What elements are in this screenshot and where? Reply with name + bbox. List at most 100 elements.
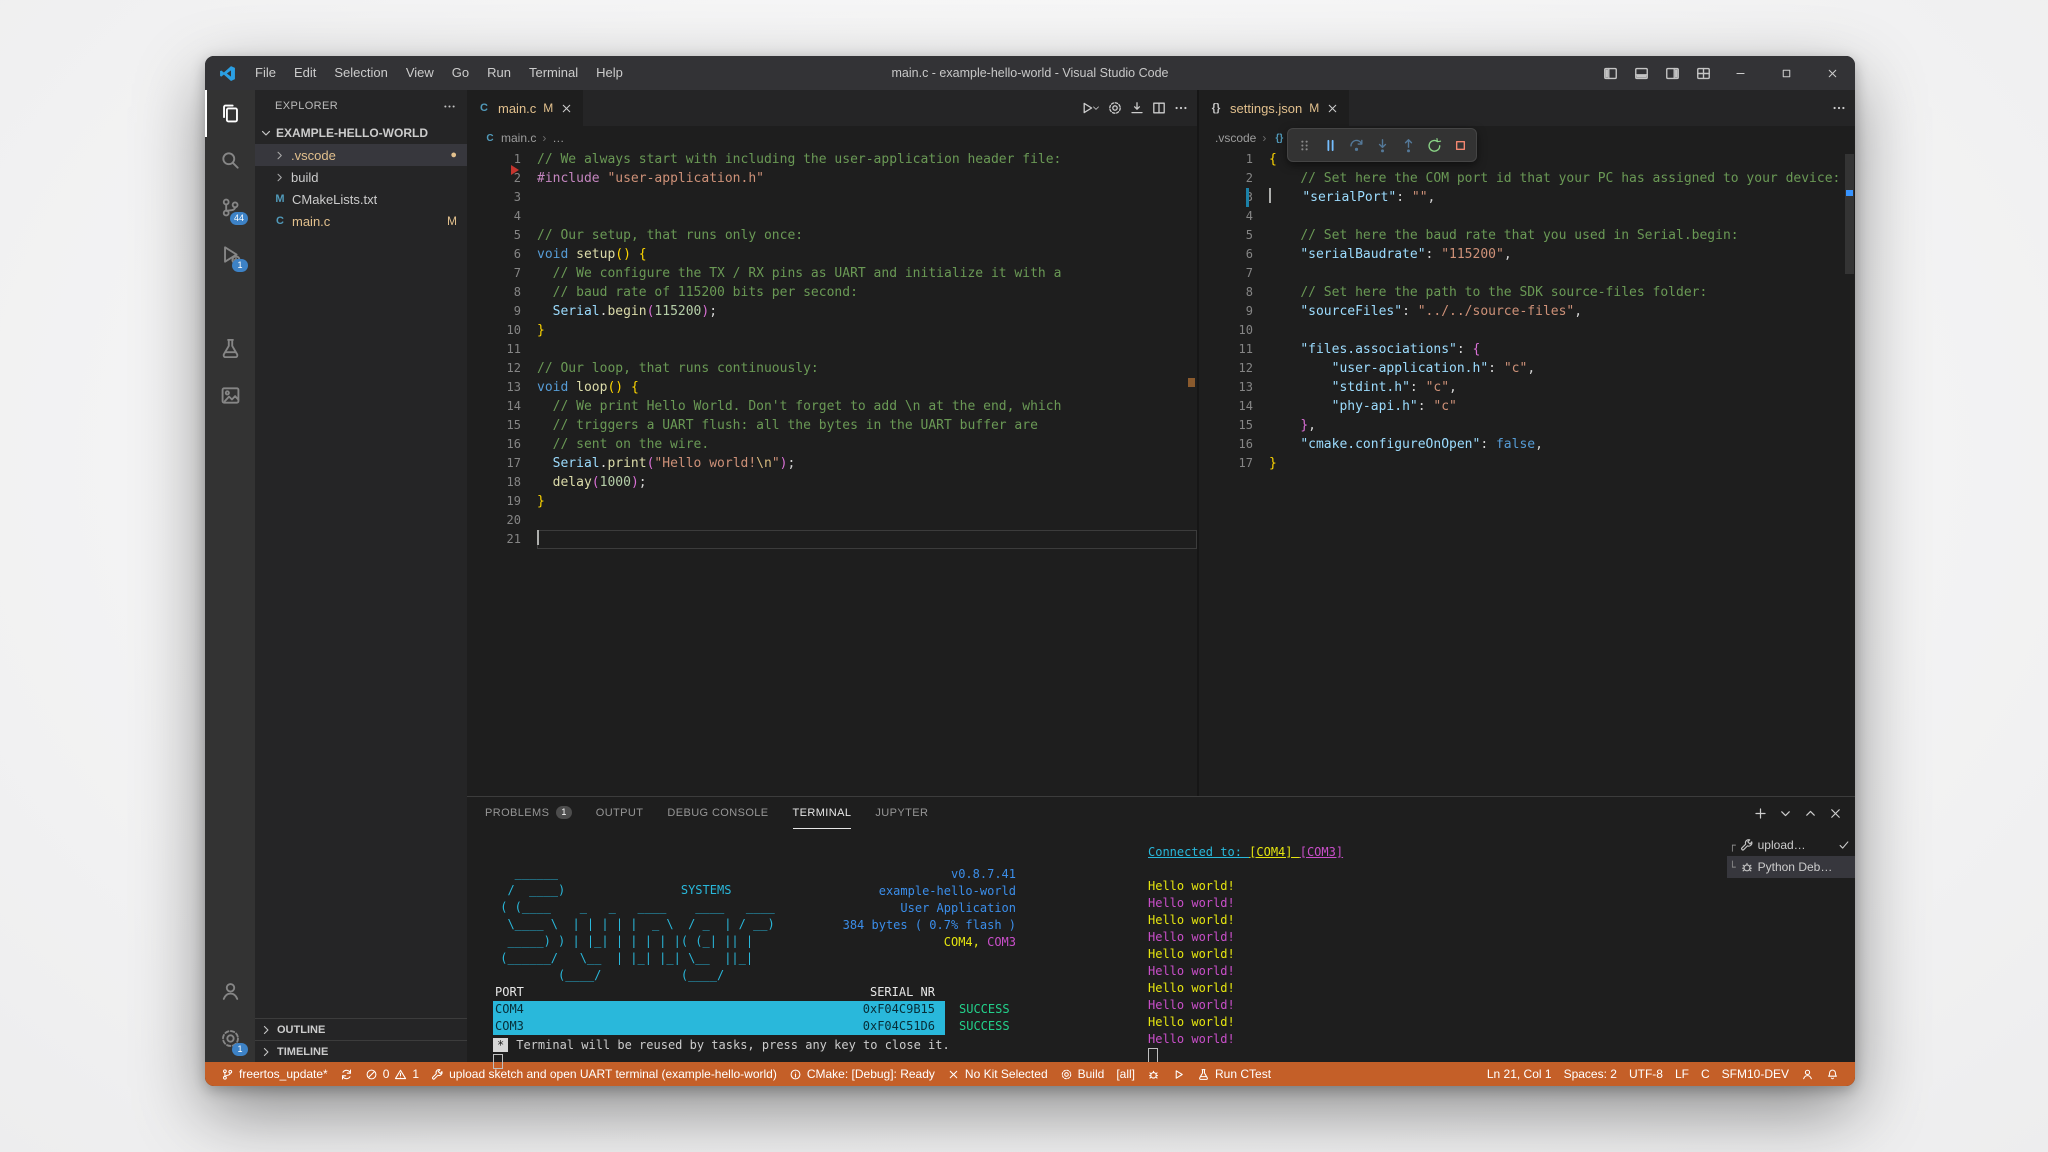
debug-step-into[interactable] [1370, 133, 1394, 157]
code-line[interactable]: 4 [1199, 207, 1855, 226]
debug-stop[interactable] [1448, 133, 1472, 157]
file-row-build[interactable]: build [255, 166, 467, 188]
breadcrumb[interactable]: Cmain.c›… [467, 126, 1197, 150]
code-line[interactable]: 8 // Set here the path to the SDK source… [1199, 283, 1855, 302]
code-line[interactable]: 2 // Set here the COM port id that your … [1199, 169, 1855, 188]
overview-ruler[interactable] [1843, 150, 1855, 796]
status-device-target[interactable]: SFM10-DEV [1716, 1062, 1795, 1086]
menu-go[interactable]: Go [443, 56, 478, 90]
panel-tab-jupyter[interactable]: JUPYTER [875, 797, 928, 829]
section-outline[interactable]: OUTLINE [255, 1018, 467, 1040]
code-line[interactable]: 9 Serial.begin(115200); [467, 302, 1197, 321]
code-line[interactable]: 15 // triggers a UART flush: all the byt… [467, 416, 1197, 435]
status-encoding[interactable]: UTF-8 [1623, 1062, 1669, 1086]
code-line[interactable]: 8 // baud rate of 115200 bits per second… [467, 283, 1197, 302]
customize-layout-icon[interactable] [1695, 65, 1712, 82]
activity-source-control[interactable]: 44 [205, 184, 255, 231]
code-line[interactable]: 17 Serial.print("Hello world!\n"); [467, 454, 1197, 473]
panel-tab-debug-console[interactable]: DEBUG CONSOLE [667, 797, 768, 829]
code-line[interactable]: 11 "files.associations": { [1199, 340, 1855, 359]
explorer-more-actions-icon[interactable] [442, 99, 457, 114]
activity-accounts[interactable] [205, 968, 255, 1015]
menu-file[interactable]: File [246, 56, 285, 90]
code-editor-settings-json[interactable]: 1{2 // Set here the COM port id that you… [1199, 150, 1855, 796]
terminal-list-item-PythonDeb[interactable]: └Python Deb… [1727, 856, 1855, 878]
close-panel-icon[interactable] [1828, 806, 1843, 821]
activity-explorer[interactable] [205, 90, 255, 137]
toggle-secondary-sidebar-icon[interactable] [1664, 65, 1681, 82]
code-editor-main-c[interactable]: 1// We always start with including the u… [467, 150, 1197, 796]
code-line[interactable]: 20 [467, 511, 1197, 530]
more-actions[interactable] [1173, 100, 1189, 116]
download-upload[interactable] [1129, 100, 1145, 116]
status-notifications[interactable] [1820, 1062, 1845, 1086]
status-cmake-launch[interactable] [1166, 1062, 1191, 1086]
status-run-ctest[interactable]: Run CTest [1191, 1062, 1277, 1086]
menu-edit[interactable]: Edit [285, 56, 325, 90]
code-line[interactable]: 9 "sourceFiles": "../../source-files", [1199, 302, 1855, 321]
overview-ruler[interactable] [1185, 150, 1197, 796]
code-line[interactable]: 1// We always start with including the u… [467, 150, 1197, 169]
breadcrumb-item[interactable]: .vscode [1215, 131, 1256, 145]
menu-selection[interactable]: Selection [325, 56, 396, 90]
code-line[interactable]: 6 "serialBaudrate": "115200", [1199, 245, 1855, 264]
activity-extensions[interactable] [205, 278, 255, 325]
menu-view[interactable]: View [397, 56, 443, 90]
workspace-root[interactable]: EXAMPLE-HELLO-WORLD [255, 122, 467, 144]
close-button[interactable] [1809, 56, 1855, 90]
code-line[interactable]: 12// Our loop, that runs continuously: [467, 359, 1197, 378]
activity-search[interactable] [205, 137, 255, 184]
code-line[interactable]: 21 [467, 530, 1197, 549]
status-git-branch[interactable]: freertos_update* [215, 1062, 334, 1086]
code-line[interactable]: 5// Our setup, that runs only once: [467, 226, 1197, 245]
file-row-vscode[interactable]: .vscode● [255, 144, 467, 166]
section-timeline[interactable]: TIMELINE [255, 1040, 467, 1062]
code-line[interactable]: 3 [467, 188, 1197, 207]
code-line[interactable]: 16 "cmake.configureOnOpen": false, [1199, 435, 1855, 454]
activity-manage[interactable]: 1 [205, 1015, 255, 1062]
status-problems[interactable]: 01 [359, 1062, 425, 1086]
debug-step-over[interactable] [1344, 133, 1368, 157]
status-cursor-position[interactable]: Ln 21, Col 1 [1481, 1062, 1558, 1086]
toggle-panel-icon[interactable] [1633, 65, 1650, 82]
debug-step-out[interactable] [1396, 133, 1420, 157]
code-line[interactable]: 11 [467, 340, 1197, 359]
code-line[interactable]: 14 // We print Hello World. Don't forget… [467, 397, 1197, 416]
file-row-CMakeListstxt[interactable]: MCMakeLists.txt [255, 188, 467, 210]
code-line[interactable]: 13void loop() { [467, 378, 1197, 397]
panel-tab-output[interactable]: OUTPUT [596, 797, 644, 829]
code-line[interactable]: 5 // Set here the baud rate that you use… [1199, 226, 1855, 245]
tab-close-icon[interactable] [1326, 102, 1339, 115]
split-editor[interactable] [1151, 100, 1167, 116]
code-line[interactable]: 12 "user-application.h": "c", [1199, 359, 1855, 378]
file-row-mainc[interactable]: Cmain.cM [255, 210, 467, 232]
new-terminal-icon[interactable] [1753, 806, 1768, 821]
breadcrumb-item[interactable]: … [552, 131, 564, 145]
code-line[interactable]: 10} [467, 321, 1197, 340]
code-line[interactable]: 17} [1199, 454, 1855, 473]
tab-settings-json[interactable]: {}settings.jsonM [1199, 90, 1349, 126]
activity-image-preview[interactable] [205, 372, 255, 419]
maximize-panel-icon[interactable] [1803, 806, 1818, 821]
status-cmake-debug[interactable] [1141, 1062, 1166, 1086]
code-line[interactable]: 15 }, [1199, 416, 1855, 435]
debug-pause[interactable] [1318, 133, 1342, 157]
status-sync-changes[interactable] [334, 1062, 359, 1086]
code-line[interactable]: 14 "phy-api.h": "c" [1199, 397, 1855, 416]
toggle-sidebar-icon[interactable] [1602, 65, 1619, 82]
breadcrumb-item[interactable]: Cmain.c [483, 131, 536, 145]
panel-tab-terminal[interactable]: TERMINAL [793, 797, 852, 829]
minimize-button[interactable] [1717, 56, 1763, 90]
terminal-upload-task[interactable]: ______ / ____) SYSTEMS ( (____ _ _ ____ … [467, 829, 1138, 1062]
code-line[interactable]: 18 delay(1000); [467, 473, 1197, 492]
code-line[interactable]: 10 [1199, 321, 1855, 340]
code-line[interactable]: 13 "stdint.h": "c", [1199, 378, 1855, 397]
panel-tab-problems[interactable]: PROBLEMS1 [485, 797, 572, 829]
status-feedback[interactable] [1795, 1062, 1820, 1086]
run-settings-gear[interactable] [1107, 100, 1123, 116]
tab-close-icon[interactable] [560, 102, 573, 115]
code-line[interactable]: 19} [467, 492, 1197, 511]
tab-main-c[interactable]: Cmain.cM [467, 90, 583, 126]
maximize-button[interactable] [1763, 56, 1809, 90]
terminal-list-item-upload[interactable]: ┌upload… [1727, 834, 1855, 856]
